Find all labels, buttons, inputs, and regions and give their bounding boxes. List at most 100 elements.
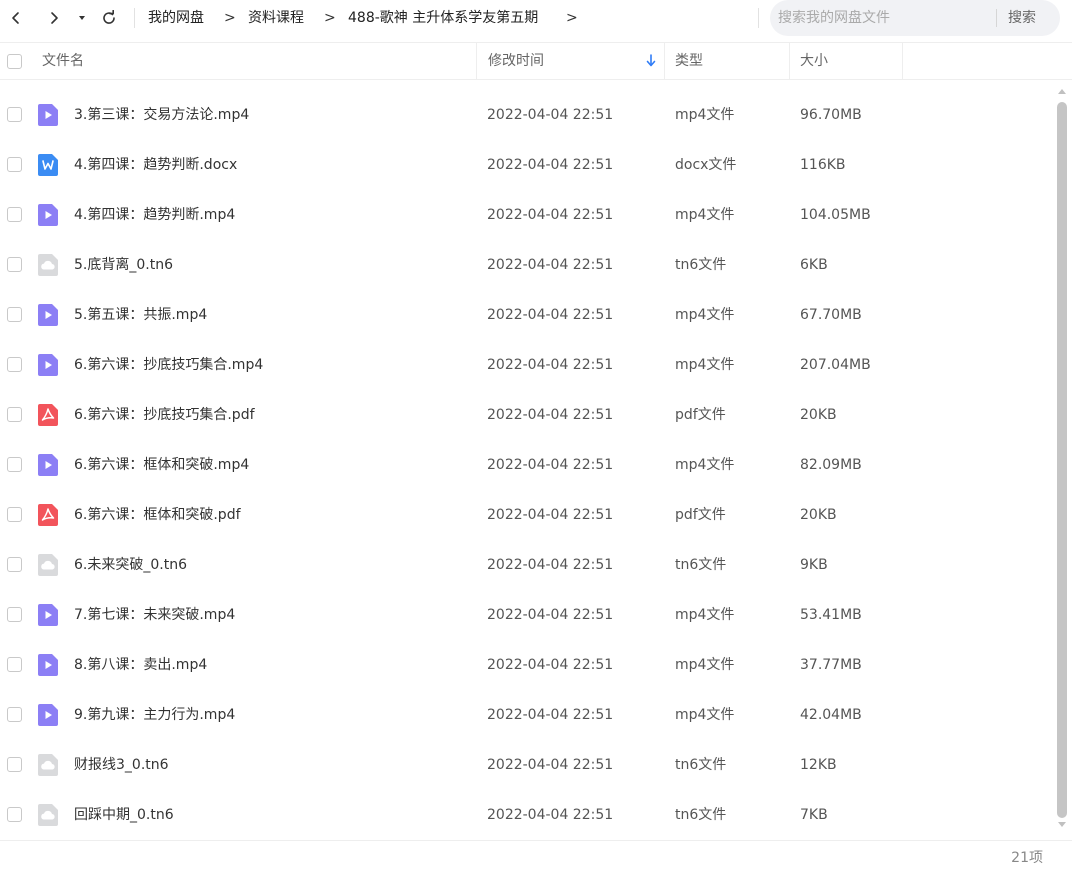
file-name[interactable]: 6.第六课：抄底技巧集合.pdf — [74, 405, 255, 425]
row-checkbox[interactable] — [7, 457, 22, 472]
file-row[interactable]: 6.第六课：框体和突破.mp4 2022-04-04 22:51 mp4文件 8… — [0, 440, 1055, 490]
scroll-down-arrow-icon[interactable] — [1058, 820, 1066, 828]
chevron-right-icon — [51, 12, 58, 24]
row-checkbox[interactable] — [7, 407, 22, 422]
file-row[interactable]: 6.第六课：抄底技巧集合.mp4 2022-04-04 22:51 mp4文件 … — [0, 340, 1055, 390]
row-checkbox[interactable] — [7, 807, 22, 822]
file-row[interactable]: 6.第六课：框体和突破.pdf 2022-04-04 22:51 pdf文件 2… — [0, 490, 1055, 540]
file-type: tn6文件 — [675, 757, 727, 773]
sort-descending-icon[interactable] — [645, 54, 657, 68]
file-name[interactable]: 6.未来突破_0.tn6 — [74, 555, 187, 575]
generic-file-icon — [38, 754, 58, 776]
file-modified-time: 2022-04-04 22:51 — [487, 807, 614, 823]
breadcrumb-item-courses[interactable]: 资料课程 — [248, 8, 304, 28]
row-checkbox[interactable] — [7, 357, 22, 372]
file-list-header: 文件名 修改时间 类型 大小 — [0, 42, 1072, 80]
file-name[interactable]: 3.第三课：交易方法论.mp4 — [74, 105, 249, 125]
back-button[interactable] — [4, 6, 28, 30]
search-input[interactable] — [778, 8, 988, 28]
footer-divider — [0, 840, 1072, 841]
history-dropdown-button[interactable] — [72, 6, 92, 30]
file-row[interactable]: 9.第九课：主力行为.mp4 2022-04-04 22:51 mp4文件 42… — [0, 690, 1055, 740]
file-type: pdf文件 — [675, 507, 726, 523]
column-header-type[interactable]: 类型 — [675, 43, 703, 80]
column-divider[interactable] — [476, 43, 477, 80]
file-row[interactable]: 5.第五课：共振.mp4 2022-04-04 22:51 mp4文件 67.7… — [0, 290, 1055, 340]
column-header-name[interactable]: 文件名 — [42, 43, 84, 80]
search-box: 搜索 — [770, 0, 1060, 36]
file-row[interactable]: 6.未来突破_0.tn6 2022-04-04 22:51 tn6文件 9KB — [0, 540, 1055, 590]
file-modified-time: 2022-04-04 22:51 — [487, 657, 614, 673]
file-size: 7KB — [800, 807, 828, 823]
row-checkbox[interactable] — [7, 557, 22, 572]
file-type: mp4文件 — [675, 607, 735, 623]
file-modified-time: 2022-04-04 22:51 — [487, 357, 614, 373]
row-checkbox[interactable] — [7, 307, 22, 322]
row-checkbox[interactable] — [7, 757, 22, 772]
file-modified-time: 2022-04-04 22:51 — [487, 407, 614, 423]
file-name[interactable]: 6.第六课：框体和突破.pdf — [74, 505, 241, 525]
file-type: mp4文件 — [675, 107, 735, 123]
generic-file-icon — [38, 554, 58, 576]
file-row[interactable]: 5.底背离_0.tn6 2022-04-04 22:51 tn6文件 6KB — [0, 240, 1055, 290]
file-type: tn6文件 — [675, 257, 727, 273]
file-type: mp4文件 — [675, 657, 735, 673]
scroll-up-arrow-icon[interactable] — [1058, 88, 1066, 96]
file-modified-time: 2022-04-04 22:51 — [487, 157, 614, 173]
row-checkbox[interactable] — [7, 207, 22, 222]
select-all-checkbox[interactable] — [7, 54, 22, 69]
row-checkbox[interactable] — [7, 707, 22, 722]
file-name[interactable]: 6.第六课：框体和突破.mp4 — [74, 455, 249, 475]
column-divider[interactable] — [664, 43, 665, 80]
breadcrumb-item-root[interactable]: 我的网盘 — [148, 8, 204, 28]
file-name[interactable]: 8.第八课：卖出.mp4 — [74, 655, 207, 675]
row-checkbox[interactable] — [7, 257, 22, 272]
file-list: 3.第三课：交易方法论.mp4 2022-04-04 22:51 mp4文件 9… — [0, 90, 1055, 840]
file-modified-time: 2022-04-04 22:51 — [487, 207, 614, 223]
row-checkbox[interactable] — [7, 657, 22, 672]
file-row[interactable]: 8.第八课：卖出.mp4 2022-04-04 22:51 mp4文件 37.7… — [0, 640, 1055, 690]
toolbar-divider — [758, 8, 759, 28]
file-row[interactable]: 回踩中期_0.tn6 2022-04-04 22:51 tn6文件 7KB — [0, 790, 1055, 840]
file-row[interactable]: 4.第四课：趋势判断.docx 2022-04-04 22:51 docx文件 … — [0, 140, 1055, 190]
refresh-button[interactable] — [97, 6, 121, 30]
file-row[interactable]: 6.第六课：抄底技巧集合.pdf 2022-04-04 22:51 pdf文件 … — [0, 390, 1055, 440]
column-header-modified[interactable]: 修改时间 — [488, 43, 544, 80]
row-checkbox[interactable] — [7, 507, 22, 522]
file-name[interactable]: 5.第五课：共振.mp4 — [74, 305, 207, 325]
file-row[interactable]: 财报线3_0.tn6 2022-04-04 22:51 tn6文件 12KB — [0, 740, 1055, 790]
file-name[interactable]: 4.第四课：趋势判断.mp4 — [74, 205, 235, 225]
column-divider[interactable] — [789, 43, 790, 80]
file-name[interactable]: 回踩中期_0.tn6 — [74, 805, 174, 825]
column-header-size[interactable]: 大小 — [800, 43, 828, 80]
file-name[interactable]: 财报线3_0.tn6 — [74, 755, 169, 775]
breadcrumb-item-current[interactable]: 488-歌神 主升体系学友第五期 — [348, 8, 538, 28]
forward-button[interactable] — [42, 6, 66, 30]
row-checkbox[interactable] — [7, 107, 22, 122]
file-name[interactable]: 4.第四课：趋势判断.docx — [74, 155, 237, 175]
file-size: 37.77MB — [800, 657, 862, 673]
row-checkbox[interactable] — [7, 607, 22, 622]
breadcrumb-separator: > — [324, 10, 336, 26]
file-name[interactable]: 7.第七课：未来突破.mp4 — [74, 605, 235, 625]
column-divider[interactable] — [902, 43, 903, 80]
file-size: 20KB — [800, 507, 837, 523]
file-modified-time: 2022-04-04 22:51 — [487, 607, 614, 623]
generic-file-icon — [38, 254, 58, 276]
chevron-left-icon — [12, 12, 19, 24]
file-name[interactable]: 5.底背离_0.tn6 — [74, 255, 173, 275]
file-row[interactable]: 7.第七课：未来突破.mp4 2022-04-04 22:51 mp4文件 53… — [0, 590, 1055, 640]
file-type: pdf文件 — [675, 407, 726, 423]
video-file-icon — [38, 204, 58, 226]
vertical-scrollbar[interactable] — [1055, 84, 1069, 834]
row-checkbox[interactable] — [7, 157, 22, 172]
scrollbar-thumb[interactable] — [1057, 102, 1067, 818]
file-row[interactable]: 4.第四课：趋势判断.mp4 2022-04-04 22:51 mp4文件 10… — [0, 190, 1055, 240]
file-modified-time: 2022-04-04 22:51 — [487, 557, 614, 573]
file-type: tn6文件 — [675, 557, 727, 573]
file-name[interactable]: 6.第六课：抄底技巧集合.mp4 — [74, 355, 263, 375]
file-name[interactable]: 9.第九课：主力行为.mp4 — [74, 705, 235, 725]
file-row[interactable]: 3.第三课：交易方法论.mp4 2022-04-04 22:51 mp4文件 9… — [0, 90, 1055, 140]
search-button[interactable]: 搜索 — [1008, 8, 1036, 28]
pdf-file-icon — [38, 404, 58, 426]
